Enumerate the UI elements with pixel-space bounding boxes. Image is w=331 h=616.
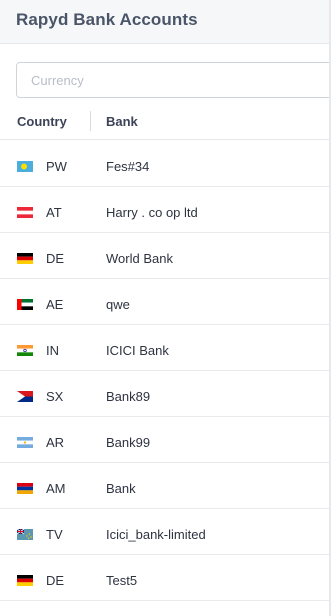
panel-header: Rapyd Bank Accounts — [0, 0, 329, 44]
column-header-bank[interactable]: Bank — [106, 114, 138, 129]
table-row[interactable]: AE qwe — [0, 279, 329, 325]
table-row[interactable]: SX Bank89 — [0, 371, 329, 417]
bank-name: Harry . co op ltd — [106, 205, 198, 220]
country-code: DE — [46, 573, 65, 588]
palau-flag-icon — [17, 161, 33, 172]
country-code: AT — [46, 205, 62, 220]
argentina-flag-icon — [17, 437, 33, 448]
sint-maarten-flag-icon — [17, 391, 33, 402]
country-code: SX — [46, 389, 64, 404]
country-code: AR — [46, 435, 65, 450]
germany-flag-icon — [17, 253, 33, 264]
table-row[interactable]: TV Icici_bank-limited — [0, 509, 329, 555]
table-row[interactable]: AR Bank99 — [0, 417, 329, 463]
table-row[interactable]: IN ICICI Bank — [0, 325, 329, 371]
bank-list: PW Fes#34 AT Harry . co op ltd DE World … — [0, 141, 329, 601]
column-header-country[interactable]: Country — [17, 114, 67, 129]
bank-name: Bank99 — [106, 435, 151, 450]
bank-name: Bank — [106, 481, 136, 496]
table-row[interactable]: PW Fes#34 — [0, 141, 329, 187]
table-row[interactable]: DE World Bank — [0, 233, 329, 279]
bank-name: Fes#34 — [106, 159, 150, 174]
country-code: AM — [46, 481, 66, 496]
table-row[interactable]: AM Bank — [0, 463, 329, 509]
currency-search-input[interactable] — [16, 62, 331, 98]
table-row[interactable]: AT Harry . co op ltd — [0, 187, 329, 233]
column-divider[interactable] — [90, 111, 91, 131]
bank-name: Bank89 — [106, 389, 151, 404]
germany-flag-icon — [17, 575, 33, 586]
india-flag-icon — [17, 345, 33, 356]
tuvalu-flag-icon — [17, 529, 33, 540]
bank-name: Test5 — [106, 573, 138, 588]
country-code: IN — [46, 343, 59, 358]
table-row[interactable]: DE Test5 — [0, 555, 329, 601]
country-code: TV — [46, 527, 63, 542]
bank-name: Icici_bank-limited — [106, 527, 206, 542]
page-title: Rapyd Bank Accounts — [16, 10, 198, 29]
bank-accounts-panel: Rapyd Bank Accounts Country Bank PW Fes#… — [0, 0, 331, 616]
uae-flag-icon — [17, 299, 33, 310]
armenia-flag-icon — [17, 483, 33, 494]
bank-name: World Bank — [106, 251, 173, 266]
austria-flag-icon — [17, 207, 33, 218]
country-code: AE — [46, 297, 64, 312]
country-code: PW — [46, 159, 67, 174]
country-code: DE — [46, 251, 65, 266]
table-header: Country Bank — [0, 104, 329, 140]
bank-name: qwe — [106, 297, 130, 312]
bank-name: ICICI Bank — [106, 343, 169, 358]
